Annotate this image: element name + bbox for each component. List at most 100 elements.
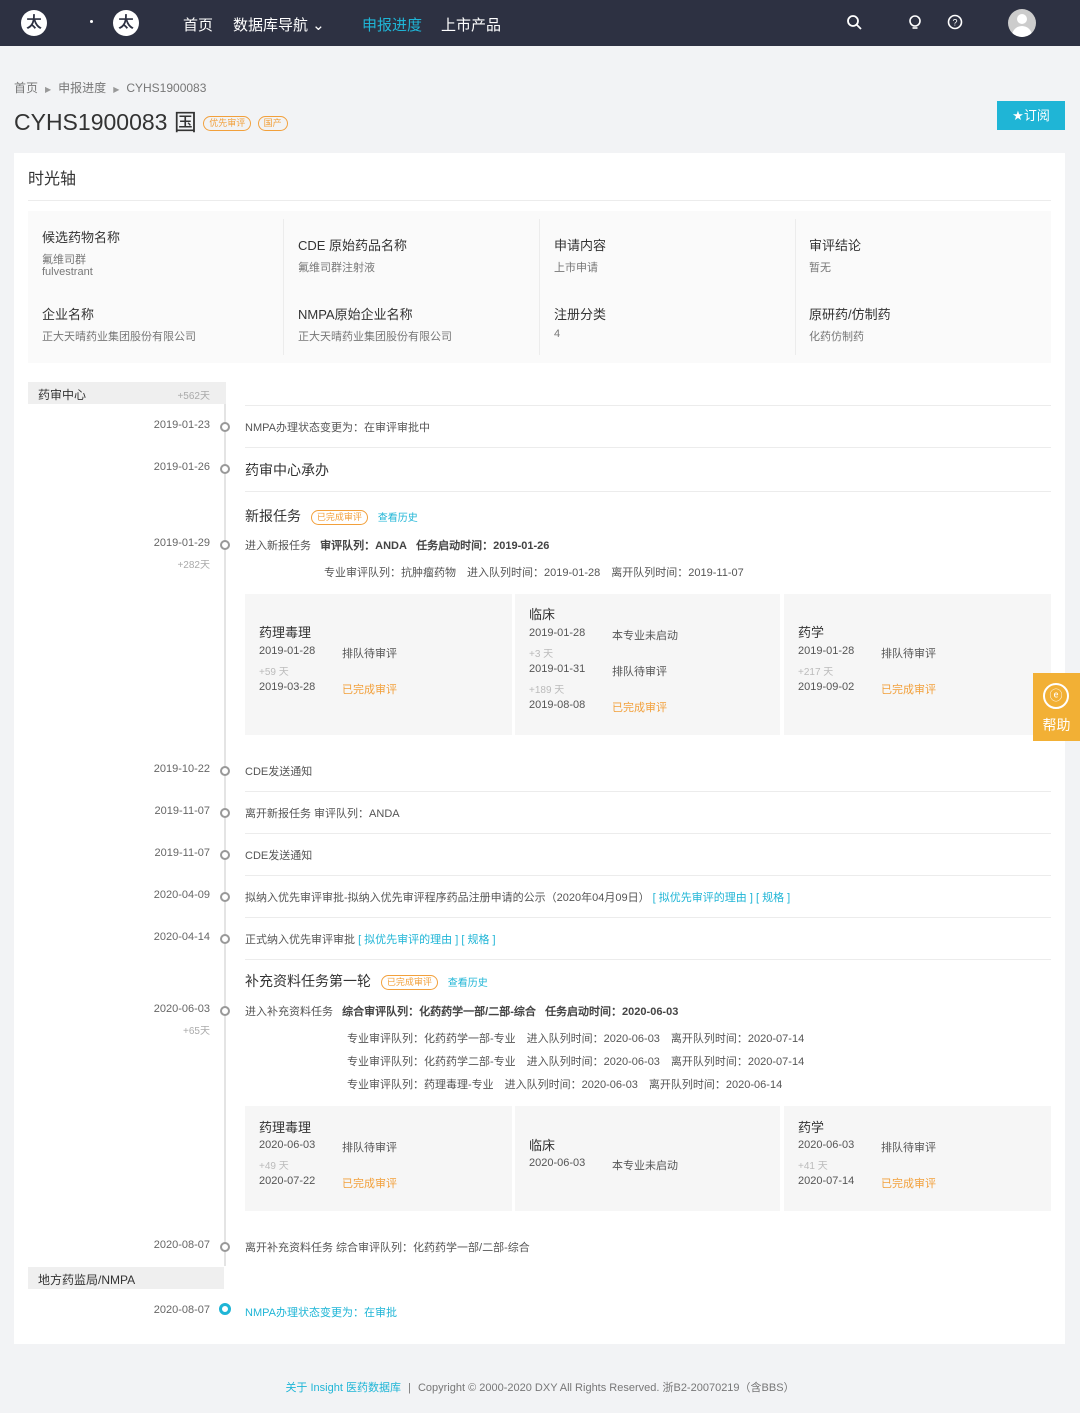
group-label: 药审中心 (38, 388, 87, 402)
info-value: 氟维司群注射液 (298, 262, 375, 274)
group-label: 地方药监局/NMPA (38, 1273, 136, 1287)
timeline-node (220, 766, 230, 776)
view-history-link[interactable]: 查看历史 (448, 978, 488, 989)
brand-logo[interactable]: 太 (21, 10, 47, 36)
row-status: 排队待审评 (342, 1142, 397, 1154)
about-link[interactable]: 关于 Insight 医药数据库 (285, 1382, 401, 1394)
event-date: 2019-01-29 (153, 537, 210, 549)
event-date: 2019-11-07 (154, 805, 210, 817)
divider (539, 219, 540, 355)
event-text: NMPA办理状态变更为：在审批 (245, 1307, 397, 1319)
task-start-time: 任务启动时间：2020-06-03 (545, 1006, 679, 1018)
priority-review-tag: 优先审评 (203, 116, 252, 132)
search-icon[interactable] (845, 14, 863, 32)
event-date: 2020-04-14 (153, 931, 210, 943)
nav-products[interactable]: 上市产品 (441, 14, 501, 35)
review-card-cmc: 药学 2019-01-28 排队待审评 +217 天 2019-09-02 已完… (784, 594, 1051, 735)
timeline-line (224, 404, 226, 1266)
event-date: 2020-06-03 (153, 1003, 210, 1015)
info-label: 企业名称 (42, 307, 95, 322)
row-status: 排队待审评 (342, 648, 397, 660)
info-value: 正大天晴药业集团股份有限公司 (298, 331, 452, 343)
row-date: 2019-01-31 (529, 663, 586, 675)
row-duration: +3 天 (529, 649, 554, 660)
nav-progress[interactable]: 申报进度 (362, 14, 422, 35)
task-name: 补充资料任务第一轮 (245, 973, 371, 989)
nav-database[interactable]: 数据库导航 ⌄ (233, 14, 325, 35)
info-label: 注册分类 (554, 307, 607, 322)
card-title: 临床 (529, 1138, 556, 1153)
task-line-prefix: 进入补充资料任务 (245, 1006, 333, 1018)
help-label: 帮助 (1042, 717, 1071, 733)
row-status: 已完成审评 (881, 1178, 936, 1190)
task-status-tag: 已完成审评 (310, 509, 368, 525)
chevron-right-icon: ▶ (45, 85, 52, 94)
info-value: 氟维司群 (42, 254, 86, 266)
event-text: 离开新报任务 审评队列：ANDA (245, 808, 400, 820)
breadcrumb-home[interactable]: 首页 (14, 81, 38, 95)
task-status-tag: 已完成审评 (380, 974, 438, 990)
breadcrumb-progress[interactable]: 申报进度 (58, 81, 106, 95)
question-icon[interactable]: ? (946, 14, 964, 32)
domestic-mark: 国 (173, 109, 197, 135)
footer: 关于 Insight 医药数据库 | Copyright © 2000-2020… (0, 1379, 1080, 1395)
timeline-node (220, 1242, 230, 1252)
nav-home[interactable]: 首页 (183, 14, 213, 35)
row-status: 排队待审评 (881, 1142, 936, 1154)
copyright-text: Copyright © 2000-2020 DXY All Rights Res… (417, 1382, 795, 1394)
priority-reason-links[interactable]: [ 拟优先审评的理由 ] [ 规格 ] (358, 934, 496, 946)
view-history-link[interactable]: 查看历史 (378, 513, 418, 524)
info-label: 申请内容 (554, 238, 607, 253)
help-button[interactable]: ⓔ 帮助 (1033, 673, 1080, 741)
row-date: 2020-06-03 (798, 1139, 855, 1151)
user-avatar[interactable] (1008, 9, 1036, 37)
help-icon: ⓔ (1043, 683, 1069, 709)
event-text: 药审中心承办 (245, 462, 329, 478)
event-date: 2019-10-22 (153, 763, 210, 775)
card-title: 临床 (529, 607, 556, 622)
review-queue: 审评队列：ANDA (320, 540, 407, 552)
event-text: 离开补充资料任务 综合审评队列：化药药学一部/二部-综合 (245, 1242, 530, 1254)
specialty-queue-line: 专业审评队列：抗肿瘤药物 进入队列时间：2019-01-28 离开队列时间：20… (324, 567, 744, 579)
timeline-node (220, 892, 230, 902)
review-card-clinical: 临床 2019-01-28 本专业未启动 +3 天 2019-01-31 排队待… (515, 594, 780, 735)
row-date: 2019-01-28 (529, 627, 586, 639)
info-value: 暂无 (809, 262, 831, 274)
row-status: 已完成审评 (342, 684, 397, 696)
divider (283, 219, 284, 355)
timeline-node (220, 934, 230, 944)
info-label: 审评结论 (809, 238, 862, 253)
divider (245, 833, 1051, 834)
review-card-cmc: 药学 2020-06-03 排队待审评 +41 天 2020-07-14 已完成… (784, 1106, 1051, 1211)
divider-dot (90, 20, 93, 23)
divider (245, 875, 1051, 876)
task-title: 补充资料任务第一轮 已完成审评 查看历史 (245, 971, 488, 991)
info-label: 原研药/仿制药 (809, 307, 891, 322)
subscribe-button[interactable]: ★订阅 (997, 101, 1065, 130)
svg-text:?: ? (952, 18, 957, 28)
specialty-queue-line: 专业审评队列：化药药学二部-专业 进入队列时间：2020-06-03 离开队列时… (347, 1056, 805, 1068)
bulb-icon[interactable] (906, 14, 924, 32)
row-date: 2020-07-14 (798, 1175, 855, 1187)
divider (245, 959, 1051, 960)
row-duration: +217 天 (798, 667, 834, 678)
timeline-node (220, 464, 230, 474)
divider (245, 917, 1051, 918)
row-status: 已完成审评 (881, 684, 936, 696)
review-card-clinical: 临床 2020-06-03 本专业未启动 (515, 1106, 780, 1211)
event-duration: +282天 (177, 560, 210, 571)
event-date: 2019-01-23 (153, 419, 210, 431)
info-value: 上市申请 (554, 262, 598, 274)
card-title: 药理毒理 (259, 1120, 312, 1135)
group-duration: +562天 (177, 391, 210, 402)
timeline-node (220, 422, 230, 432)
review-queue: 综合审评队列：化药药学一部/二部-综合 (342, 1006, 536, 1018)
divider (28, 200, 1051, 201)
priority-reason-links[interactable]: [ 拟优先审评的理由 ] [ 规格 ] (653, 892, 791, 904)
event-text: NMPA办理状态变更为：在审评审批中 (245, 422, 430, 434)
info-value: 正大天晴药业集团股份有限公司 (42, 331, 196, 343)
footer-separator: | (408, 1382, 411, 1394)
product-logo[interactable]: 太 (113, 10, 139, 36)
task-line-prefix: 进入新报任务 (245, 540, 311, 552)
row-duration: +189 天 (529, 685, 565, 696)
